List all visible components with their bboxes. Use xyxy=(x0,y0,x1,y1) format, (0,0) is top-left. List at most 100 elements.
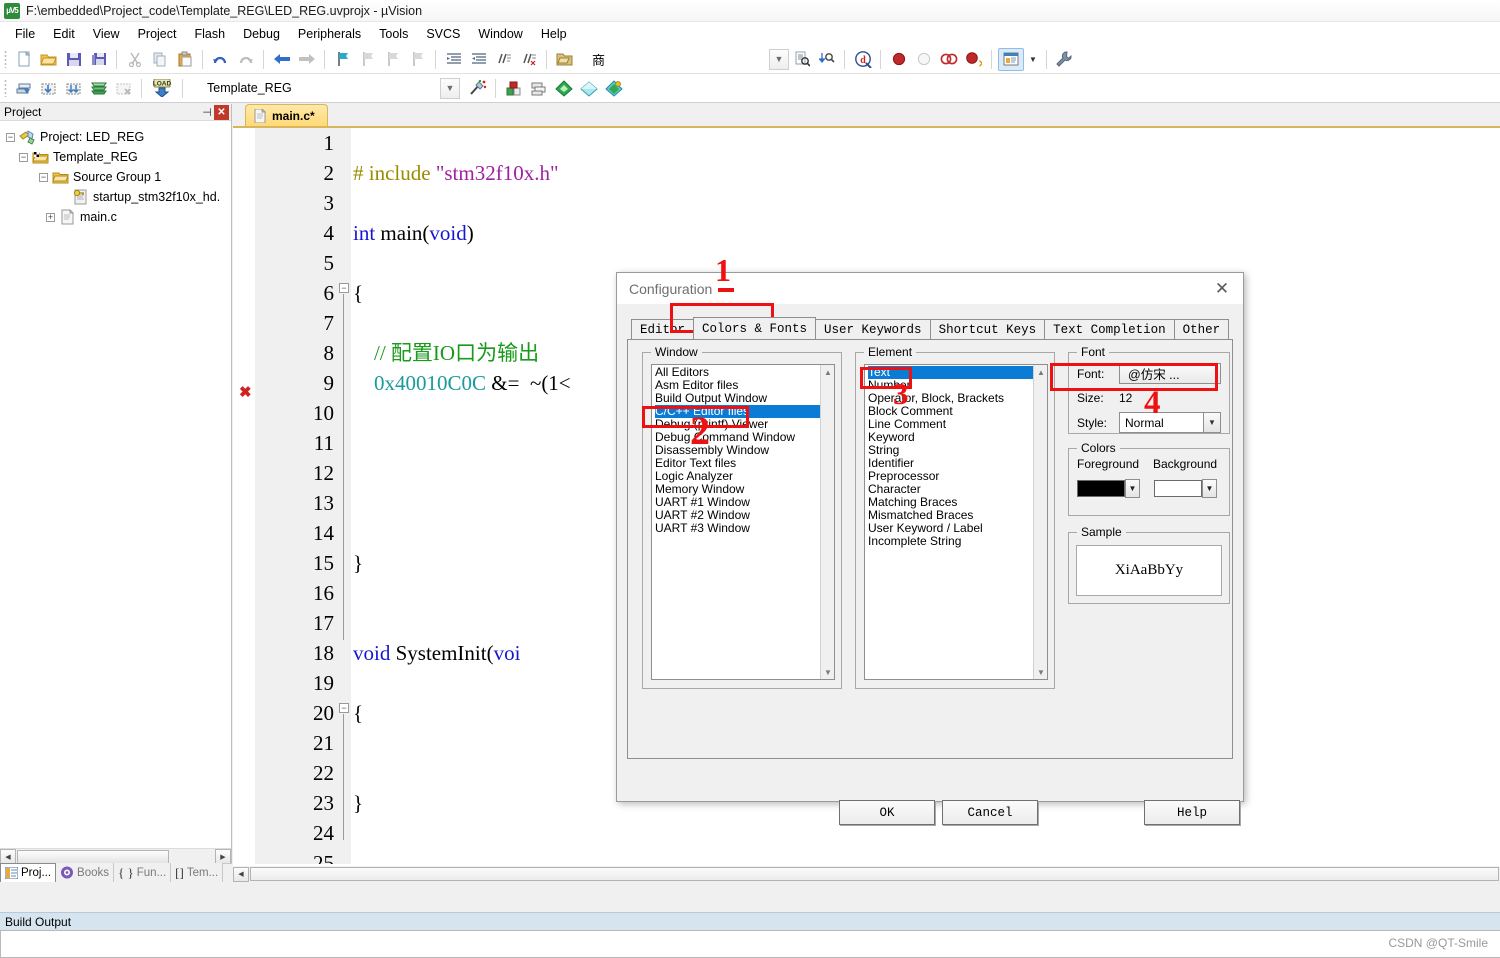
redo-icon[interactable] xyxy=(234,48,257,71)
editor-tab-main-c[interactable]: main.c* xyxy=(245,104,328,126)
scroll-left-icon[interactable]: ◀ xyxy=(0,849,16,864)
tab-colors-and-fonts[interactable]: Colors & Fonts xyxy=(693,317,817,339)
menu-edit[interactable]: Edit xyxy=(44,24,84,44)
code-line[interactable] xyxy=(353,128,1493,158)
close-icon[interactable]: ✕ xyxy=(1207,277,1237,301)
rebuild-icon[interactable] xyxy=(62,77,85,100)
close-icon[interactable]: ✕ xyxy=(214,104,229,120)
element-listbox[interactable]: Text Number Operator, Block, Brackets Block… xyxy=(864,364,1048,680)
stop-build-icon[interactable] xyxy=(112,77,135,100)
menu-peripherals[interactable]: Peripherals xyxy=(289,24,370,44)
build-output-text[interactable]: startup_stm32f10x_hd.s(53): error: A1163… xyxy=(0,930,1500,958)
scroll-left-icon[interactable]: ◀ xyxy=(233,866,249,882)
code-line[interactable]: int main(void) xyxy=(353,218,1493,248)
scroll-thumb[interactable] xyxy=(17,849,169,864)
bookmark-next-icon[interactable] xyxy=(381,48,404,71)
tree-node-target[interactable]: − Template_REG xyxy=(6,147,231,167)
fold-toggle-line-6[interactable]: − xyxy=(339,283,349,293)
breakpoint-insert-icon[interactable] xyxy=(887,48,910,71)
new-file-icon[interactable] xyxy=(12,48,35,71)
foreground-color-picker[interactable]: ▼ xyxy=(1077,479,1140,498)
tree-expander[interactable]: − xyxy=(19,152,28,162)
manage-project-items-icon[interactable] xyxy=(527,77,550,100)
tab-text-completion[interactable]: Text Completion xyxy=(1044,319,1175,339)
chevron-down-icon[interactable]: ▼ xyxy=(1202,479,1217,498)
tree-node-project[interactable]: − Project: LED_REG xyxy=(6,127,231,147)
ok-button[interactable]: OK xyxy=(839,800,935,825)
run-to-main-icon[interactable] xyxy=(577,77,600,100)
scroll-down-icon[interactable]: ▼ xyxy=(1034,665,1047,679)
uncomment-icon[interactable] xyxy=(517,48,540,71)
code-folding-column[interactable]: − − xyxy=(337,128,351,864)
save-all-icon[interactable] xyxy=(87,48,110,71)
bookmark-clear-icon[interactable] xyxy=(406,48,429,71)
breakpoint-disable-icon[interactable] xyxy=(912,48,935,71)
window-list-item[interactable]: UART #3 Window xyxy=(655,522,820,535)
menu-help[interactable]: Help xyxy=(532,24,576,44)
forward-icon[interactable] xyxy=(295,48,318,71)
element-listbox-scrollbar[interactable]: ▲ ▼ xyxy=(1033,365,1047,679)
download-icon[interactable]: LOAD xyxy=(148,77,176,100)
tab-editor[interactable]: Editor xyxy=(631,319,695,339)
scroll-up-icon[interactable]: ▲ xyxy=(1034,365,1047,379)
tree-expander[interactable]: − xyxy=(39,172,48,182)
comment-icon[interactable] xyxy=(492,48,515,71)
chevron-down-icon[interactable]: ▼ xyxy=(1125,479,1140,498)
pin-icon[interactable]: ⊣ xyxy=(200,105,214,120)
tab-functions[interactable]: { } Fun... xyxy=(114,863,172,882)
scroll-down-icon[interactable]: ▼ xyxy=(821,665,834,679)
back-icon[interactable] xyxy=(270,48,293,71)
manage-windows-dropdown-icon[interactable]: ▼ xyxy=(1026,48,1040,71)
menu-flash[interactable]: Flash xyxy=(185,24,234,44)
tab-project[interactable]: Proj... xyxy=(0,863,57,882)
paste-icon[interactable] xyxy=(173,48,196,71)
target-options-icon[interactable] xyxy=(466,77,489,100)
tab-templates[interactable]: [] Tem... xyxy=(171,863,224,882)
save-icon[interactable] xyxy=(62,48,85,71)
manage-components-icon[interactable] xyxy=(502,77,525,100)
chevron-down-icon[interactable]: ▼ xyxy=(1203,413,1220,432)
target-combo-arrow-icon[interactable]: ▼ xyxy=(440,77,460,99)
search-scope-dropdown[interactable]: ▼ xyxy=(769,48,789,70)
tree-expander[interactable]: − xyxy=(6,132,15,142)
tab-user-keywords[interactable]: User Keywords xyxy=(815,319,931,339)
configure-icon[interactable] xyxy=(1053,48,1076,71)
pack-manage-icon[interactable] xyxy=(602,77,625,100)
background-swatch[interactable] xyxy=(1154,480,1202,497)
style-select[interactable]: Normal ▼ xyxy=(1119,412,1221,433)
window-listbox[interactable]: All Editors Asm Editor files Build Output … xyxy=(651,364,835,680)
debug-start-icon[interactable]: d xyxy=(851,48,874,71)
breakpoint-kill-all-icon[interactable]: ✕ xyxy=(962,48,985,71)
find-in-files-icon[interactable] xyxy=(790,48,813,71)
open-file-icon[interactable] xyxy=(37,48,60,71)
menu-view[interactable]: View xyxy=(84,24,129,44)
batch-build-icon[interactable] xyxy=(87,77,110,100)
tab-other[interactable]: Other xyxy=(1173,319,1230,339)
outdent-icon[interactable] xyxy=(467,48,490,71)
menu-debug[interactable]: Debug xyxy=(234,24,289,44)
tree-node-startup-file[interactable]: startup_stm32f10x_hd. xyxy=(6,187,231,207)
menu-svcs[interactable]: SVCS xyxy=(417,24,469,44)
undo-icon[interactable] xyxy=(209,48,232,71)
tree-node-source-group[interactable]: − Source Group 1 xyxy=(6,167,231,187)
window-listbox-scrollbar[interactable]: ▲ ▼ xyxy=(820,365,834,679)
indent-icon[interactable] xyxy=(442,48,465,71)
cut-icon[interactable] xyxy=(123,48,146,71)
scroll-right-icon[interactable]: ▶ xyxy=(215,849,231,864)
toolbar-grip[interactable] xyxy=(4,50,7,68)
bookmark-prev-icon[interactable] xyxy=(356,48,379,71)
editor-horizontal-scrollbar[interactable]: ◀ xyxy=(233,866,1500,882)
foreground-swatch[interactable] xyxy=(1077,480,1125,497)
tab-shortcut-keys[interactable]: Shortcut Keys xyxy=(929,319,1046,339)
code-line[interactable] xyxy=(353,188,1493,218)
target-combo-value[interactable]: Template_REG xyxy=(200,77,345,99)
manage-windows-icon[interactable] xyxy=(998,47,1024,71)
build-icon[interactable] xyxy=(37,77,60,100)
menu-tools[interactable]: Tools xyxy=(370,24,417,44)
cancel-button[interactable]: Cancel xyxy=(942,800,1038,825)
menu-file[interactable]: File xyxy=(6,24,44,44)
open-folder-icon[interactable] xyxy=(553,48,576,71)
code-line[interactable] xyxy=(353,848,1493,864)
help-button[interactable]: Help xyxy=(1144,800,1240,825)
translate-icon[interactable] xyxy=(12,77,35,100)
